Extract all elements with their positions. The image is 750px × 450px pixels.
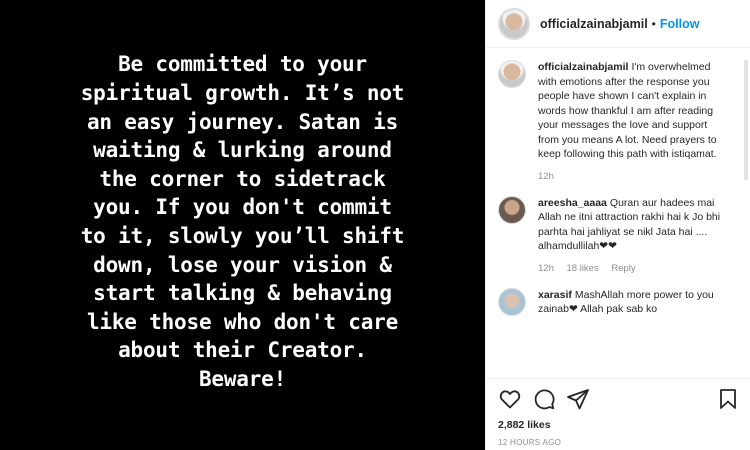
post-header: officialzainabjamil • Follow [486,0,750,48]
author-username[interactable]: officialzainabjamil [540,17,648,31]
comment-meta: 12h 18 likes Reply [538,263,726,274]
heart-icon[interactable] [498,387,522,411]
comment-text-block: officialzainabjamil I'm overwhelmed with … [538,60,726,162]
comments-scrollbar[interactable] [744,60,748,180]
author-avatar[interactable] [498,7,530,40]
comment-username[interactable]: areesha_aaaa [538,197,607,209]
comment-likes[interactable]: 18 likes [567,263,599,274]
follow-button[interactable]: Follow [660,17,700,31]
comment-text-block: xarasif MashAllah more power to you zaina… [538,288,726,317]
commenter-avatar[interactable] [498,195,526,224]
caption-comment: officialzainabjamil I'm overwhelmed with … [486,60,736,182]
post-actions: 2,882 likes 12 HOURS AGO [486,378,750,450]
post-image[interactable]: Be committed to your spiritual growth. I… [0,0,485,450]
comment-text: I'm overwhelmed with emotions after the … [538,61,717,160]
reply-button[interactable]: Reply [611,263,635,274]
comment-item: xarasif MashAllah more power to you zaina… [486,287,736,317]
post-timestamp[interactable]: 12 HOURS AGO [498,438,561,447]
comment-username[interactable]: officialzainabjamil [538,61,628,73]
comment-username[interactable]: xarasif [538,289,572,301]
post-sidebar: officialzainabjamil • Follow officialzai… [485,0,750,450]
post-image-text: Be committed to your spiritual growth. I… [80,52,405,391]
comment-icon[interactable] [532,387,556,411]
likes-count[interactable]: 2,882 likes [498,419,551,431]
commenter-avatar[interactable] [498,287,526,316]
action-icons [498,387,740,411]
bookmark-icon[interactable] [716,387,740,411]
comment-time[interactable]: 12h [538,171,554,182]
comment-time[interactable]: 12h [538,263,554,274]
comments-list[interactable]: officialzainabjamil I'm overwhelmed with … [486,60,736,378]
commenter-avatar[interactable] [498,60,526,88]
comment-meta: 12h [538,171,726,182]
comment-text-block: areesha_aaaa Quran aur hadees mai Allah n… [538,196,726,254]
share-icon[interactable] [566,387,590,411]
comment-item: areesha_aaaa Quran aur hadees mai Allah n… [486,195,736,274]
header-separator: • [651,16,656,31]
